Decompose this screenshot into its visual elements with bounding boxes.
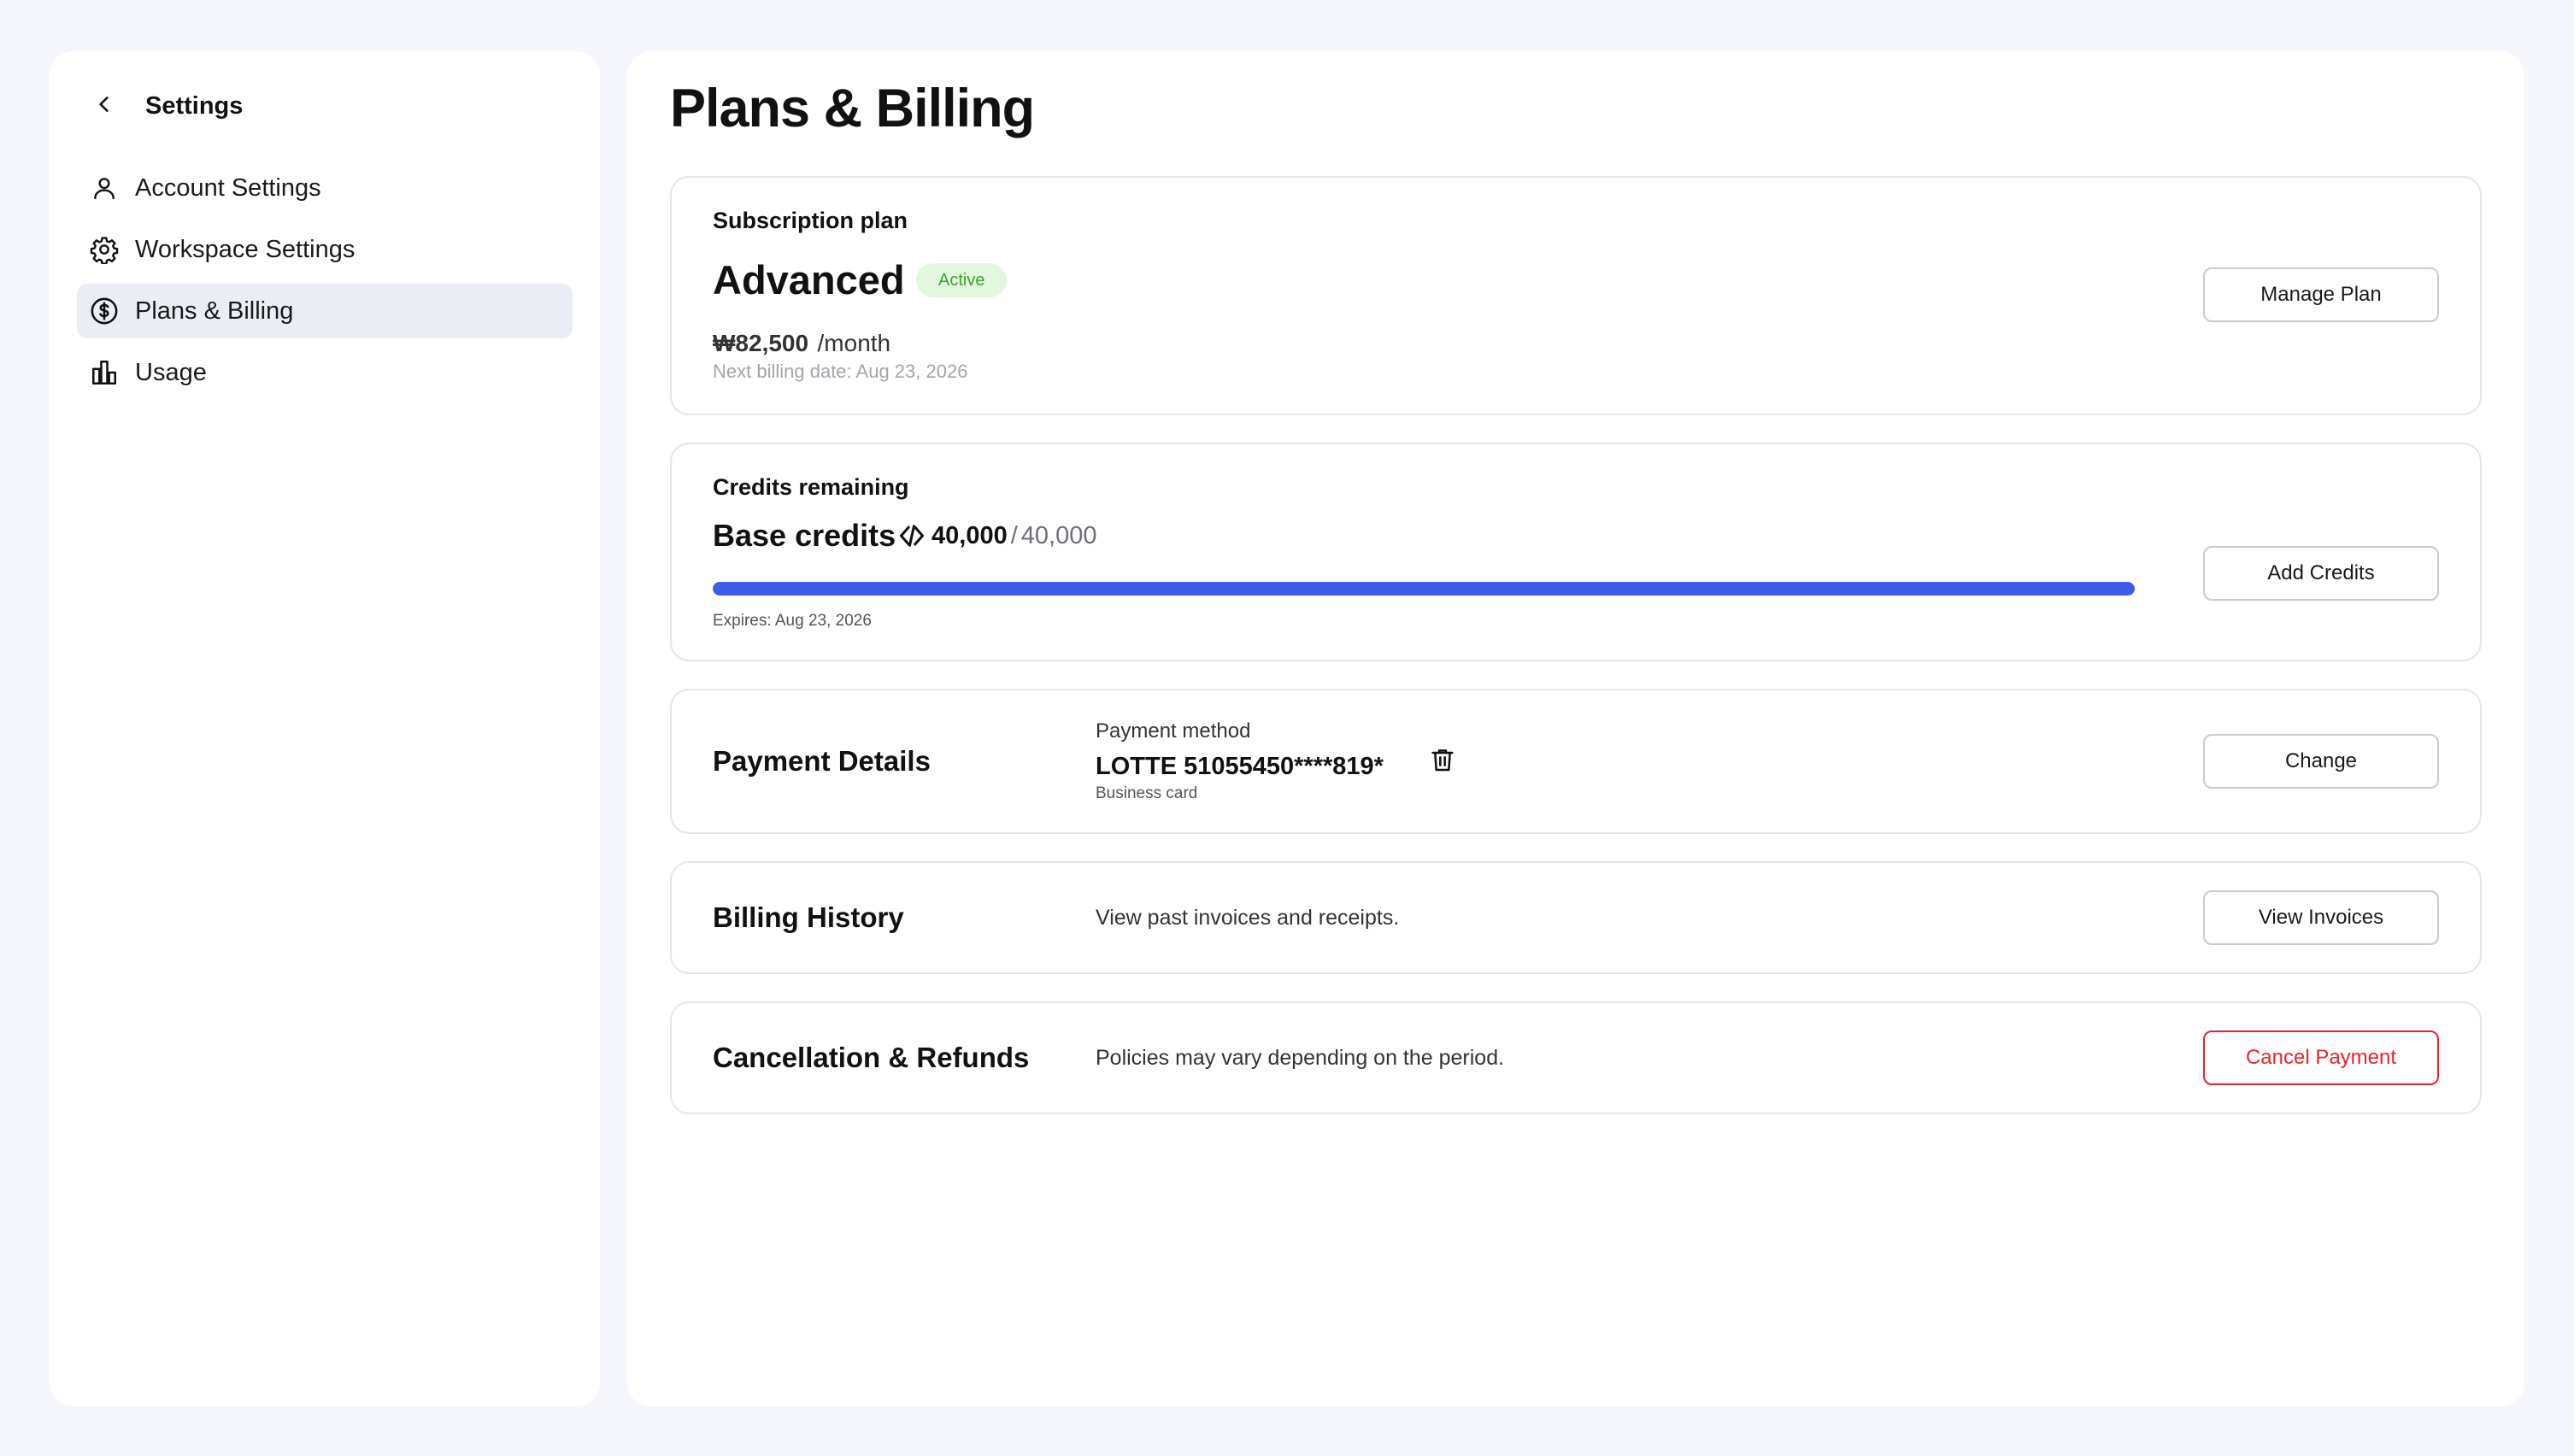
cancellation-description: Policies may vary depending on the perio… [1096,1046,1505,1070]
sidebar-title: Settings [145,92,244,120]
next-billing-date: Next billing date: Aug 23, 2026 [713,361,968,382]
trash-icon [1429,746,1456,778]
credits-remaining: 40,000 [931,522,1008,549]
plan-period: /month [817,330,891,356]
back-button[interactable] [89,91,120,121]
gear-icon [89,234,120,265]
sidebar-item-account-settings[interactable]: Account Settings [77,161,573,215]
page-title: Plans & Billing [670,79,1035,138]
payment-card-type: Business card [1096,784,1198,802]
chevron-left-icon [93,93,115,120]
payment-card-number: LOTTE 51055450****819* [1096,753,1384,780]
user-icon [89,173,120,203]
credits-label: Credits remaining [713,474,909,500]
credits-progress-fill [713,582,2135,596]
credits-total: 40,000 [1020,522,1097,549]
sidebar-item-label: Workspace Settings [135,236,356,263]
delete-payment-button[interactable] [1425,744,1460,778]
sidebar-item-plans-billing[interactable]: Plans & Billing [77,284,573,338]
sidebar-item-workspace-settings[interactable]: Workspace Settings [77,222,573,277]
status-badge: Active [916,263,1008,297]
view-invoices-button[interactable]: View Invoices [2203,890,2439,945]
billing-history-title: Billing History [713,901,904,933]
sidebar-item-label: Account Settings [135,174,321,202]
manage-plan-button[interactable]: Manage Plan [2203,267,2439,322]
cancel-payment-button[interactable]: Cancel Payment [2203,1030,2439,1085]
payment-method-label: Payment method [1096,719,1251,743]
sidebar-item-label: Usage [135,359,207,386]
sidebar-item-usage[interactable]: Usage [77,345,573,400]
sidebar-item-label: Plans & Billing [135,297,294,325]
dollar-circle-icon [89,296,120,326]
credits-separator: / [1010,522,1018,549]
bar-chart-icon [89,357,120,388]
credits-amount: 40,000 / 40,000 [899,519,1096,553]
payment-title: Payment Details [713,745,931,777]
price-row: ₩82,500 /month [713,328,890,359]
billing-history-description: View past invoices and receipts. [1096,906,1400,930]
credits-expiry: Expires: Aug 23, 2026 [713,612,872,630]
change-payment-button[interactable]: Change [2203,734,2439,789]
plan-price: ₩82,500 [713,330,809,356]
subscription-label: Subscription plan [713,208,908,233]
cancellation-title: Cancellation & Refunds [713,1042,1030,1073]
credits-icon [899,523,925,549]
credits-title: Base credits [713,518,896,553]
add-credits-button[interactable]: Add Credits [2203,546,2439,601]
credits-progress-bar [713,582,2135,596]
plan-name: Advanced [713,257,905,302]
